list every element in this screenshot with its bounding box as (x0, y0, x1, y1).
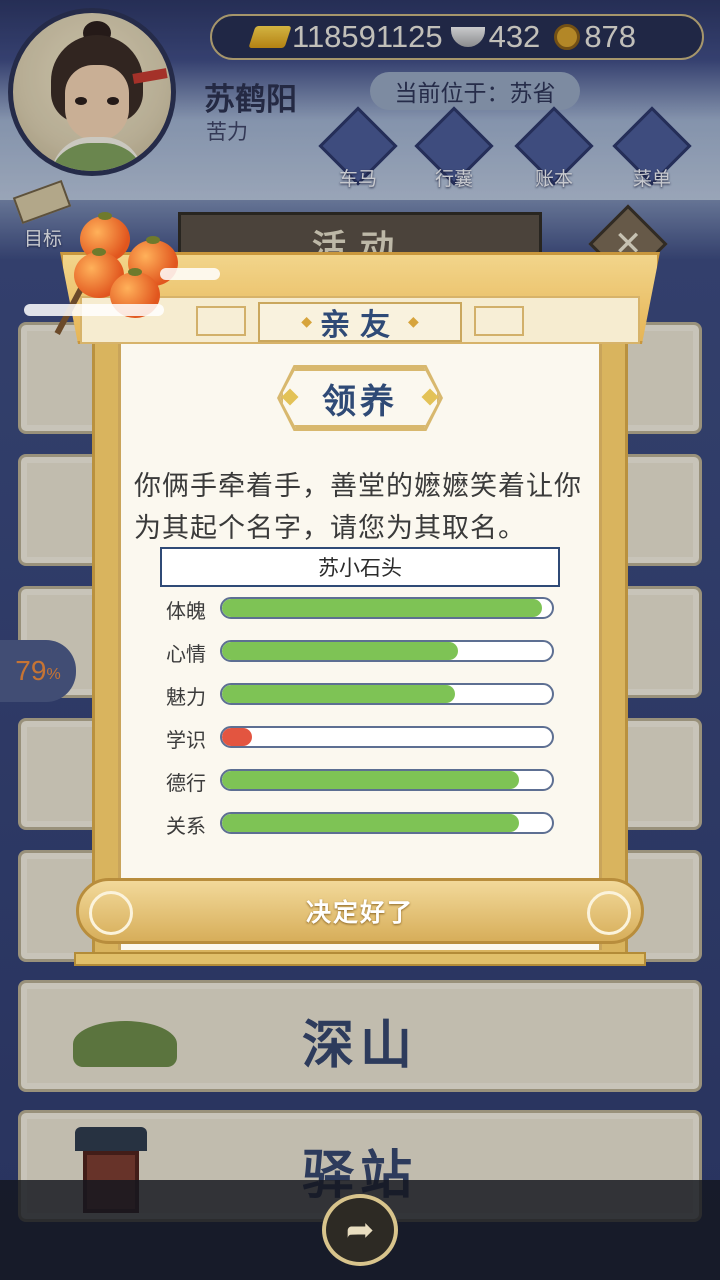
stat-bar (220, 726, 554, 748)
confirm-button[interactable]: 决定好了 (76, 878, 644, 944)
stat-label: 体魄 (166, 599, 206, 623)
stat-label: 魅力 (166, 685, 206, 709)
stat-bar-fill (222, 814, 519, 832)
stat-label: 学识 (166, 728, 206, 752)
stat-bar (220, 597, 554, 619)
stat-row: 德行 (166, 769, 556, 795)
stat-bar-fill (222, 685, 455, 703)
stat-row: 关系 (166, 812, 556, 838)
share-button[interactable]: ➦ (322, 1194, 398, 1266)
dialog-message: 你俩手牵着手，善堂的嬷嬷笑着让你为其起个名字，请您为其取名。 (134, 471, 582, 544)
stat-row: 心情 (166, 640, 556, 666)
cloud-ornament-icon (587, 891, 631, 935)
stat-bar-fill (222, 728, 252, 746)
stat-label: 心情 (166, 642, 206, 666)
stat-row: 魅力 (166, 683, 556, 709)
stat-bar (220, 769, 554, 791)
stat-row: 学识 (166, 726, 556, 752)
stat-label: 德行 (166, 771, 206, 795)
stat-bar-fill (222, 642, 458, 660)
cloud-ornament-icon (89, 891, 133, 935)
share-icon: ➦ (345, 1210, 375, 1250)
stat-bar (220, 640, 554, 662)
section-heading: 领养 (280, 368, 440, 428)
stat-bar (220, 812, 554, 834)
stat-bar-fill (222, 771, 519, 789)
dialog-title: ◆ 亲友 ◆ (258, 302, 462, 343)
stat-row: 体魄 (166, 597, 556, 623)
stat-bar-fill (222, 599, 543, 617)
stat-bar (220, 683, 554, 705)
child-name-input[interactable] (160, 547, 560, 587)
stat-label: 关系 (166, 814, 206, 838)
